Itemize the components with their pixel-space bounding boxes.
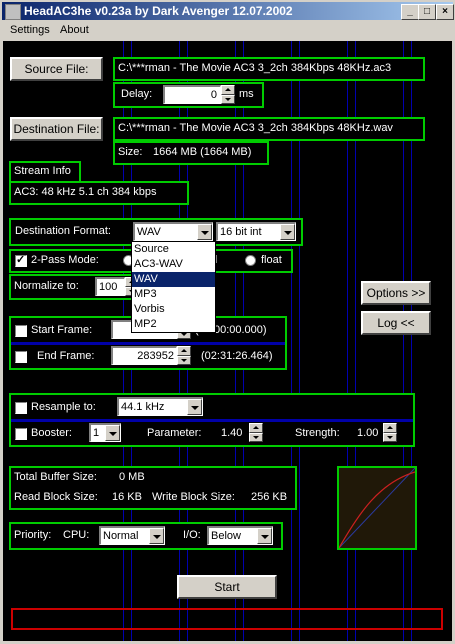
- stream-info-heading-box: Stream Info: [9, 161, 81, 183]
- format-dropdown-list[interactable]: Source AC3-WAV WAV MP3 Vorbis MP2: [131, 241, 216, 333]
- destination-file-button[interactable]: Destination File:: [10, 117, 103, 141]
- end-frame-spinner[interactable]: [177, 346, 191, 365]
- chevron-down-icon[interactable]: [105, 425, 120, 441]
- title-bar[interactable]: HeadAC3he v0.23a by Dark Avenger 12.07.2…: [2, 2, 454, 20]
- format-option[interactable]: Source: [132, 242, 215, 257]
- stream-info-heading: Stream Info: [14, 165, 71, 177]
- progress-bar: [11, 608, 443, 630]
- priority-label: Priority:: [14, 529, 52, 541]
- stream-info-box: AC3: 48 kHz 5.1 ch 384 kbps: [9, 181, 189, 205]
- end-frame-checkbox[interactable]: [15, 351, 27, 363]
- end-frame-time: (02:31:26.464): [201, 350, 273, 362]
- chevron-down-icon[interactable]: [257, 528, 272, 544]
- resample-select[interactable]: 44.1 kHz: [117, 397, 203, 416]
- booster-label: Booster:: [31, 427, 72, 439]
- booster-curve-graph: [337, 466, 417, 550]
- parameter-spinner[interactable]: [249, 423, 263, 442]
- format-label: Destination Format:: [15, 225, 111, 237]
- format-option[interactable]: MP2: [132, 317, 215, 332]
- pass-mode-label: 2-Pass Mode:: [31, 254, 99, 266]
- size-box: Size: 1664 MB (1664 MB): [113, 141, 269, 165]
- read-block-value: 16 KB: [112, 491, 142, 503]
- delay-input[interactable]: 0: [163, 85, 221, 104]
- delay-spinner[interactable]: [221, 85, 235, 104]
- strength-value: 1.00: [357, 427, 379, 439]
- priority-box: Priority: CPU: Normal I/O: Below: [9, 522, 283, 550]
- parameter-label: Parameter:: [147, 427, 202, 439]
- menu-bar: Settings About: [2, 21, 453, 40]
- booster-value: 1: [93, 427, 100, 439]
- chevron-down-icon[interactable]: [149, 528, 164, 544]
- format-option[interactable]: Vorbis: [132, 302, 215, 317]
- bitdepth-selected: 16 bit int: [220, 226, 262, 238]
- main-panel: Source File: C:\***rman - The Movie AC3 …: [3, 41, 452, 641]
- buffer-box: Total Buffer Size: 0 MB Read Block Size:…: [9, 466, 297, 510]
- size-label: Size:: [118, 146, 143, 158]
- destination-path-box: C:\***rman - The Movie AC3 3_2ch 384Kbps…: [113, 117, 425, 141]
- source-file-button[interactable]: Source File:: [10, 57, 103, 81]
- read-block-label: Read Block Size:: [14, 491, 98, 503]
- cpu-priority-value: Normal: [103, 530, 139, 542]
- format-option[interactable]: WAV: [132, 272, 215, 287]
- start-frame-checkbox[interactable]: [15, 325, 27, 337]
- cpu-label: CPU:: [63, 529, 90, 541]
- write-block-value: 256 KB: [251, 491, 288, 503]
- format-selected: WAV: [137, 226, 161, 238]
- booster-checkbox[interactable]: [15, 428, 27, 440]
- resample-box: Resample to: 44.1 kHz Booster: 1 Paramet…: [9, 393, 415, 447]
- resample-label: Resample to:: [31, 401, 96, 413]
- io-priority-value: Below: [211, 530, 241, 542]
- menu-settings[interactable]: Settings: [10, 24, 50, 36]
- normalize-label: Normalize to:: [14, 280, 79, 292]
- format-select[interactable]: WAV: [133, 222, 213, 241]
- delay-box: Delay: 0 ms: [113, 82, 264, 108]
- normalize-input[interactable]: 100: [95, 277, 125, 296]
- bitdepth-select[interactable]: 16 bit int: [216, 222, 296, 241]
- destination-path: C:\***rman - The Movie AC3 3_2ch 384Kbps…: [118, 122, 393, 134]
- booster-select[interactable]: 1: [89, 423, 121, 442]
- delay-unit: ms: [239, 88, 254, 100]
- cpu-priority-select[interactable]: Normal: [99, 526, 165, 545]
- strength-spinner[interactable]: [383, 423, 397, 442]
- parameter-value: 1.40: [221, 427, 243, 439]
- chevron-down-icon[interactable]: [187, 399, 202, 415]
- io-priority-select[interactable]: Below: [207, 526, 273, 545]
- curve-plot: [339, 468, 415, 548]
- log-button[interactable]: Log <<: [361, 311, 431, 335]
- size-value: 1664 MB (1664 MB): [153, 146, 252, 158]
- menu-about[interactable]: About: [60, 24, 89, 36]
- resample-checkbox[interactable]: [15, 402, 27, 414]
- chevron-down-icon[interactable]: [280, 224, 295, 240]
- mode-radio-float[interactable]: [245, 255, 256, 266]
- app-window: HeadAC3he v0.23a by Dark Avenger 12.07.2…: [0, 0, 455, 644]
- resample-selected: 44.1 kHz: [121, 401, 165, 413]
- total-buffer-label: Total Buffer Size:: [14, 471, 97, 483]
- minimize-button[interactable]: _: [401, 4, 419, 20]
- stream-info-details: AC3: 48 kHz 5.1 ch 384 kbps: [14, 186, 157, 198]
- start-button[interactable]: Start: [177, 575, 277, 599]
- options-button[interactable]: Options >>: [361, 281, 431, 305]
- close-button[interactable]: ×: [436, 4, 454, 20]
- format-option[interactable]: MP3: [132, 287, 215, 302]
- source-path: C:\***rman - The Movie AC3 3_2ch 384Kbps…: [118, 62, 392, 74]
- end-frame-input[interactable]: 283952: [111, 346, 177, 365]
- radio-float-label: float: [261, 254, 282, 266]
- write-block-label: Write Block Size:: [152, 491, 235, 503]
- total-buffer-value: 0 MB: [119, 471, 145, 483]
- pass-mode-checkbox[interactable]: [15, 253, 27, 267]
- maximize-button[interactable]: □: [418, 4, 436, 20]
- window-title: HeadAC3he v0.23a by Dark Avenger 12.07.2…: [24, 4, 293, 18]
- source-path-box: C:\***rman - The Movie AC3 3_2ch 384Kbps…: [113, 57, 425, 81]
- format-option[interactable]: AC3-WAV: [132, 257, 215, 272]
- app-icon: [5, 4, 21, 20]
- delay-label: Delay:: [121, 88, 153, 100]
- start-frame-label: Start Frame:: [31, 324, 93, 336]
- io-label: I/O:: [183, 529, 201, 541]
- end-frame-label: End Frame:: [37, 350, 95, 362]
- strength-label: Strength:: [295, 427, 340, 439]
- chevron-down-icon[interactable]: [197, 224, 212, 240]
